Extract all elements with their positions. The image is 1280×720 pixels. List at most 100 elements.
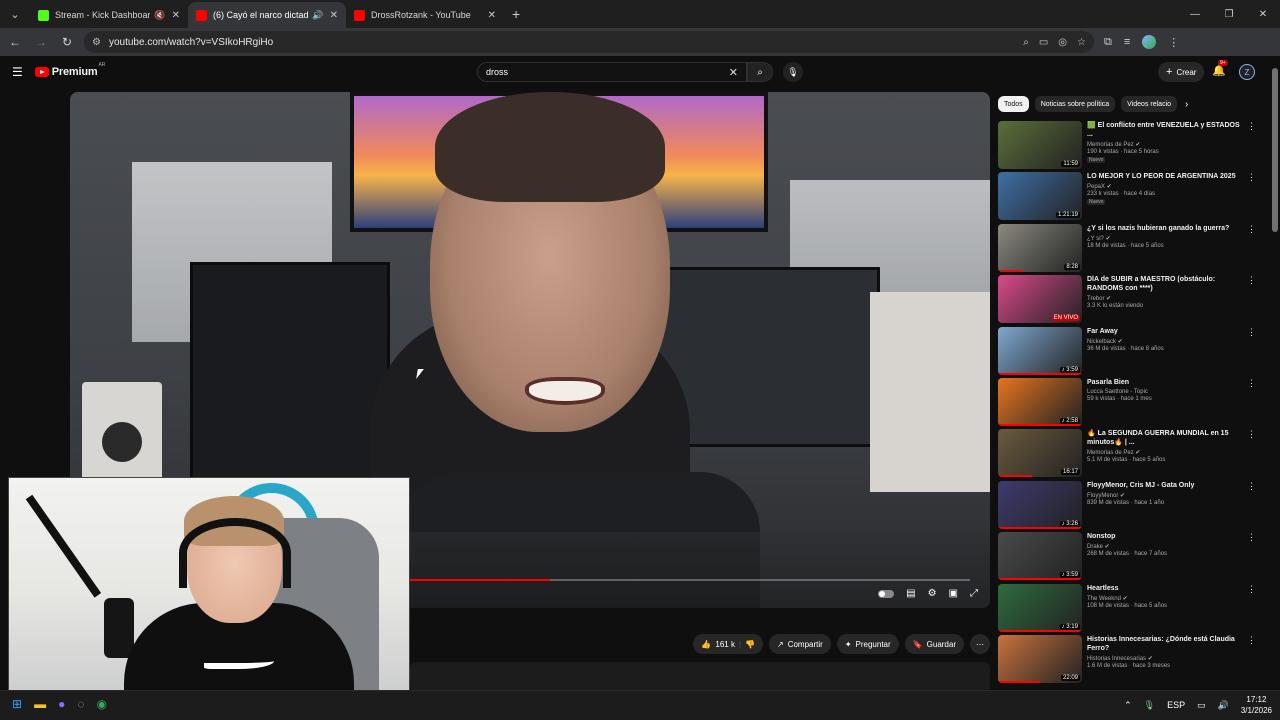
channel-name[interactable]: Historias Innecesarias ✔: [1087, 655, 1247, 662]
chip-related[interactable]: Videos relacio: [1121, 96, 1178, 112]
speaker-muted-icon[interactable]: 🔇: [154, 10, 165, 21]
chrome-icon[interactable]: ◉: [96, 697, 106, 711]
video-thumbnail[interactable]: 11:59: [998, 121, 1082, 169]
more-vertical-icon[interactable]: ⋮: [1247, 635, 1256, 646]
chevron-up-icon[interactable]: ⌃: [1124, 700, 1132, 711]
thumbs-down-icon[interactable]: 👎: [745, 640, 755, 649]
language-indicator[interactable]: ESP: [1167, 700, 1185, 710]
recommendation-title[interactable]: FloyyMenor, Cris MJ - Gata Only: [1087, 481, 1247, 490]
more-actions-button[interactable]: ⋯: [970, 634, 990, 654]
recommendation-item[interactable]: 8:28 ¿Y si los nazis hubieran ganado la g…: [998, 223, 1258, 274]
windows-start-icon[interactable]: ⊞: [12, 697, 22, 711]
new-tab-button[interactable]: +: [512, 6, 520, 22]
recommendation-item[interactable]: EN VIVO DÍA de SUBIR a MAESTRO (obstáculo…: [998, 275, 1258, 325]
fullscreen-icon[interactable]: ⤢: [970, 588, 978, 599]
explorer-icon[interactable]: ▬: [34, 697, 46, 711]
recommendation-title[interactable]: DÍA de SUBIR a MAESTRO (obstáculo: RANDO…: [1087, 275, 1247, 293]
more-vertical-icon[interactable]: ⋮: [1247, 532, 1256, 543]
more-vertical-icon[interactable]: ⋮: [1247, 121, 1256, 132]
restore-icon[interactable]: ❐: [1212, 0, 1246, 28]
create-button[interactable]: + Crear: [1158, 62, 1205, 82]
recommendation-item[interactable]: 1:21:19 LO MEJOR Y LO PEOR DE ARGENTINA 2…: [998, 172, 1258, 222]
recommendation-title[interactable]: ¿Y si los nazis hubieran ganado la guerr…: [1087, 224, 1247, 233]
account-avatar[interactable]: Z: [1239, 64, 1255, 80]
back-icon[interactable]: ←: [4, 31, 26, 53]
recommendation-title[interactable]: Heartless: [1087, 584, 1247, 593]
close-tab-icon[interactable]: ✕: [330, 10, 338, 21]
more-vertical-icon[interactable]: ⋮: [1247, 327, 1256, 338]
share-button[interactable]: ↗ Compartir: [769, 634, 831, 654]
zoom-icon[interactable]: ⌕: [1023, 37, 1029, 48]
search-button[interactable]: ⌕: [747, 62, 773, 82]
autoplay-toggle[interactable]: [878, 589, 895, 598]
search-input[interactable]: dross ✕: [477, 62, 747, 82]
video-thumbnail[interactable]: 16:17: [998, 429, 1082, 478]
recommendation-title[interactable]: LO MEJOR Y LO PEOR DE ARGENTINA 2025: [1087, 172, 1247, 181]
miniplayer-icon[interactable]: ▣: [949, 588, 958, 599]
video-thumbnail[interactable]: ♪ 3:26: [998, 480, 1082, 529]
recommendation-item[interactable]: ♪ 3:19 Heartless The Weeknd ✔ 108 M de vist…: [998, 583, 1258, 634]
video-thumbnail[interactable]: ♪ 3:59: [998, 532, 1082, 581]
video-thumbnail[interactable]: ♪ 2:58: [998, 378, 1082, 426]
profile-avatar[interactable]: [1142, 35, 1157, 49]
more-vertical-icon[interactable]: ⋮: [1247, 224, 1256, 235]
volume-icon[interactable]: 🔊: [1218, 700, 1229, 711]
eye-off-icon[interactable]: ◎: [1058, 37, 1067, 48]
more-vertical-icon[interactable]: ⋮: [1247, 584, 1256, 595]
channel-name[interactable]: Memorias de Pez ✔: [1087, 449, 1247, 456]
video-thumbnail[interactable]: 8:28: [998, 223, 1082, 272]
channel-name[interactable]: Nickelback ✔: [1087, 338, 1247, 345]
recommendation-title[interactable]: Historias Innecesarias: ¿Dónde está Clau…: [1087, 635, 1247, 653]
forward-icon[interactable]: →: [30, 31, 52, 53]
recommendation-item[interactable]: ♪ 3:59 Nonstop Drake ✔ 268 M de vistas · ha…: [998, 532, 1258, 582]
video-thumbnail[interactable]: ♪ 3:59: [998, 326, 1082, 375]
notifications-button[interactable]: 🔔 9+: [1212, 60, 1228, 77]
channel-name[interactable]: Memorias de Pez ✔: [1087, 141, 1247, 148]
browser-tab-youtube-video[interactable]: (6) Cayó el narco dictador d 🔊 ✕: [188, 2, 346, 28]
channel-name[interactable]: Lucca Saettone - Topic: [1087, 389, 1247, 395]
recommendation-title[interactable]: Nonstop: [1087, 532, 1247, 541]
recommendation-item[interactable]: ♪ 3:26 FloyyMenor, Cris MJ - Gata Only Flo…: [998, 480, 1258, 531]
reload-icon[interactable]: ↻: [56, 31, 78, 53]
settings-gear-icon[interactable]: ⚙: [928, 588, 937, 599]
chip-politics-news[interactable]: Noticias sobre política: [1034, 96, 1116, 112]
recommendation-item[interactable]: 11:59 🟩 El conflicto entre VENEZUELA y ES…: [998, 121, 1258, 171]
channel-name[interactable]: PepaX ✔: [1087, 183, 1247, 190]
channel-name[interactable]: Trebor ✔: [1087, 295, 1247, 302]
more-vertical-icon[interactable]: ⋮: [1247, 275, 1256, 286]
extensions-icon[interactable]: ⧉: [1104, 36, 1112, 49]
video-thumbnail[interactable]: 22:09: [998, 635, 1082, 683]
bookmark-star-icon[interactable]: ☆: [1077, 37, 1086, 48]
subtitles-icon[interactable]: ▤: [906, 588, 915, 599]
close-tab-icon[interactable]: ✕: [488, 10, 496, 21]
recommendation-item[interactable]: 22:09 Historias Innecesarias: ¿Dónde está…: [998, 635, 1258, 685]
save-button[interactable]: 🔖 Guardar: [904, 634, 964, 654]
more-vertical-icon[interactable]: ⋮: [1247, 429, 1256, 440]
network-icon[interactable]: ▭: [1197, 700, 1206, 711]
recommendation-title[interactable]: 🔥 La SEGUNDA GUERRA MUNDIAL en 15 minuto…: [1087, 429, 1247, 447]
recommendation-item[interactable]: 16:17 🔥 La SEGUNDA GUERRA MUNDIAL en 15 m…: [998, 429, 1258, 479]
description-box[interactable]: [410, 662, 990, 692]
app-icon[interactable]: ◌: [77, 697, 84, 711]
chip-all[interactable]: Todos: [998, 96, 1029, 112]
scrollbar-thumb[interactable]: [1272, 68, 1278, 232]
microphone-tray-icon[interactable]: 🎙: [1144, 700, 1155, 711]
obs-icon[interactable]: ●: [58, 697, 65, 711]
page-scrollbar[interactable]: [1271, 62, 1279, 688]
video-progress-bar[interactable]: [410, 579, 970, 581]
recommendation-title[interactable]: 🟩 El conflicto entre VENEZUELA y ESTADOS…: [1087, 121, 1247, 139]
video-thumbnail[interactable]: EN VIVO: [998, 275, 1082, 324]
recommendation-item[interactable]: ♪ 2:58 Pasarla Bien Lucca Saettone - Topic…: [998, 378, 1258, 428]
more-vertical-icon[interactable]: ⋮: [1247, 172, 1256, 183]
like-dislike-button[interactable]: 👍 161 k | 👎: [693, 634, 763, 654]
chevron-right-icon[interactable]: ›: [1185, 99, 1188, 110]
channel-name[interactable]: Drake ✔: [1087, 543, 1247, 550]
chrome-menu-icon[interactable]: ⋮: [1168, 36, 1179, 49]
more-vertical-icon[interactable]: ⋮: [1247, 481, 1256, 492]
youtube-premium-logo[interactable]: Premium AR: [34, 62, 105, 78]
cast-icon[interactable]: ▭: [1039, 37, 1048, 48]
browser-tab-dross-channel[interactable]: DrossRotzank - YouTube ✕: [346, 2, 504, 28]
browser-tab-kick[interactable]: Stream - Kick Dashboard 🔇 ✕: [30, 2, 188, 28]
close-tab-icon[interactable]: ✕: [172, 10, 180, 21]
speaker-icon[interactable]: 🔊: [312, 10, 323, 21]
